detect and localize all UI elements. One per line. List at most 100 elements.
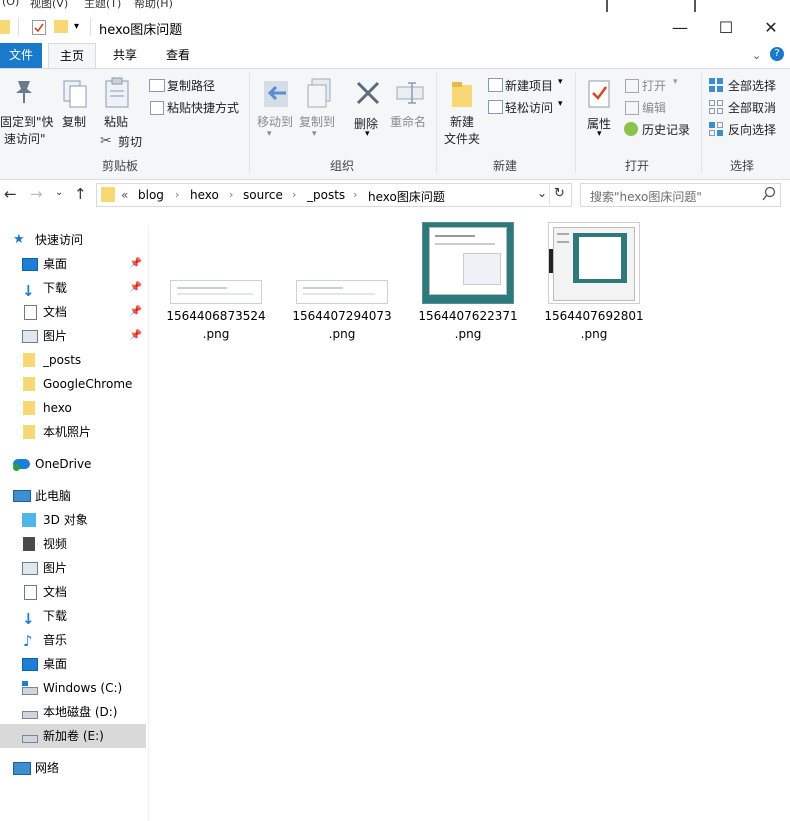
nav-item-pc-pictures[interactable]: 图片	[0, 556, 146, 580]
ribbon-collapse-icon[interactable]: ⌄	[752, 49, 761, 62]
new-folder-button-2[interactable]: 文件夹	[444, 130, 480, 147]
tab-home[interactable]: 主页	[48, 43, 96, 68]
nav-label: 文档	[43, 585, 68, 599]
open-button[interactable]: 打开	[642, 77, 666, 94]
maximize-button[interactable]: ☐	[703, 12, 749, 42]
pin-to-quick-access-label-2[interactable]: 速访问"	[4, 130, 46, 147]
paste-shortcut-button[interactable]: 粘贴快捷方式	[167, 99, 239, 116]
refresh-icon[interactable]: ↻	[554, 186, 565, 201]
properties-dropdown-icon[interactable]: ▾	[597, 129, 602, 139]
bg-menu-item: 主题(T)	[84, 0, 122, 10]
nav-item-posts[interactable]: _posts	[0, 348, 146, 372]
copy-to-dropdown-icon[interactable]: ▾	[312, 129, 317, 139]
image-thumbnail	[170, 280, 262, 304]
delete-dropdown-icon[interactable]: ▾	[365, 129, 370, 139]
pin-to-quick-access-label[interactable]: 固定到"快	[0, 113, 54, 130]
search-input[interactable]: 搜索"hexo图床问题"	[580, 183, 781, 207]
up-arrow-icon[interactable]: ↑	[74, 185, 87, 203]
new-item-button[interactable]: 新建项目	[505, 77, 553, 94]
nav-item-drive-d[interactable]: 本地磁盘 (D:)	[0, 700, 146, 724]
copy-path-button[interactable]: 复制路径	[167, 77, 215, 94]
nav-item-3d-objects[interactable]: 3D 对象	[0, 508, 146, 532]
file-extension: .png	[202, 327, 230, 341]
folder-icon	[0, 20, 10, 34]
tab-view[interactable]: 查看	[154, 43, 202, 68]
file-name: 1564407692801	[544, 309, 644, 323]
nav-label: 桌面	[43, 657, 68, 671]
recent-locations-icon[interactable]: ⌄	[55, 187, 63, 198]
file-name: 1564406873524	[166, 309, 266, 323]
nav-quick-access[interactable]: ★ 快速访问	[0, 228, 146, 252]
nav-onedrive[interactable]: OneDrive	[0, 452, 146, 476]
breadcrumb-overflow[interactable]: «	[121, 188, 128, 202]
breadcrumb-blog[interactable]: blog	[138, 188, 164, 202]
copy-to-button[interactable]: 复制到	[299, 113, 335, 130]
nav-item-videos[interactable]: 视频	[0, 532, 146, 556]
film-icon	[23, 537, 35, 551]
breadcrumb-current[interactable]: hexo图床问题	[368, 188, 445, 205]
properties-quick-icon[interactable]	[32, 20, 46, 35]
new-item-dropdown-icon[interactable]: ▾	[558, 77, 563, 87]
easy-access-button[interactable]: 轻松访问	[505, 99, 553, 116]
breadcrumb-posts[interactable]: _posts	[307, 188, 345, 202]
pin-icon: 📌	[129, 258, 142, 269]
forward-arrow-icon[interactable]: →	[30, 185, 43, 203]
paste-button[interactable]: 粘贴	[104, 113, 128, 130]
file-item[interactable]: 1564406873524 .png	[166, 222, 266, 342]
help-icon[interactable]: ?	[770, 47, 784, 61]
easy-access-dropdown-icon[interactable]: ▾	[558, 99, 563, 109]
move-to-button[interactable]: 移动到	[257, 113, 293, 130]
minimize-button[interactable]: —	[657, 12, 703, 42]
copy-button[interactable]: 复制	[62, 113, 86, 130]
select-group-label: 选择	[729, 159, 754, 173]
open-dropdown-icon[interactable]: ▾	[673, 77, 678, 87]
tab-file[interactable]: 文件	[0, 43, 42, 68]
nav-item-pc-desktop[interactable]: 桌面	[0, 652, 146, 676]
nav-item-hexo[interactable]: hexo	[0, 396, 146, 420]
tab-share[interactable]: 共享	[102, 43, 148, 68]
nav-item-pc-downloads[interactable]: ↓ 下载	[0, 604, 146, 628]
nav-label: 下载	[43, 281, 68, 295]
nav-network[interactable]: 网络	[0, 756, 146, 780]
new-folder-button[interactable]: 新建	[450, 113, 474, 130]
search-icon[interactable]	[762, 186, 776, 205]
move-to-dropdown-icon[interactable]: ▾	[267, 129, 272, 139]
nav-item-pc-documents[interactable]: 文档	[0, 580, 146, 604]
close-button[interactable]: ✕	[748, 12, 790, 42]
nav-label: 下载	[43, 609, 68, 623]
nav-item-drive-e[interactable]: 新加卷 (E:)	[0, 724, 146, 748]
cut-button[interactable]: 剪切	[118, 133, 142, 150]
file-item[interactable]: 1564407294073 .png	[292, 222, 392, 342]
nav-item-documents[interactable]: 文档 📌	[0, 300, 146, 324]
history-button[interactable]: 历史记录	[642, 121, 690, 138]
address-bar[interactable]: « blog › hexo › source › _posts › hexo图床…	[96, 183, 572, 207]
address-dropdown-icon[interactable]: ⌄	[537, 186, 547, 200]
nav-item-music[interactable]: ♪ 音乐	[0, 628, 146, 652]
bg-divider	[694, 0, 696, 12]
new-item-icon	[488, 78, 503, 92]
file-item[interactable]: 1564407692801 .png	[544, 222, 644, 342]
new-folder-quick-icon[interactable]	[54, 20, 68, 33]
select-none-button[interactable]: 全部取消	[728, 99, 776, 116]
back-arrow-icon[interactable]: ←	[4, 185, 17, 203]
nav-item-pictures[interactable]: 图片 📌	[0, 324, 146, 348]
picture-icon	[22, 330, 38, 343]
nav-item-local-photos[interactable]: 本机照片	[0, 420, 146, 444]
breadcrumb-source[interactable]: source	[243, 188, 283, 202]
nav-label: GoogleChrome	[43, 377, 133, 391]
nav-item-desktop[interactable]: 桌面 📌	[0, 252, 146, 276]
nav-label: Windows (C:)	[43, 681, 123, 695]
breadcrumb-hexo[interactable]: hexo	[190, 188, 219, 202]
desktop-icon	[22, 258, 38, 271]
file-item[interactable]: 1564407622371 .png	[418, 222, 518, 342]
invert-selection-button[interactable]: 反向选择	[728, 121, 776, 138]
rename-button[interactable]: 重命名	[390, 113, 426, 130]
nav-item-downloads[interactable]: ↓ 下载 📌	[0, 276, 146, 300]
nav-this-pc[interactable]: 此电脑	[0, 484, 146, 508]
quick-access-toolbar-dropdown-icon[interactable]: ▾	[74, 21, 79, 32]
select-all-button[interactable]: 全部选择	[728, 77, 776, 94]
nav-item-drive-c[interactable]: Windows (C:)	[0, 676, 146, 700]
folder-icon	[23, 425, 35, 439]
edit-button[interactable]: 编辑	[642, 99, 666, 116]
nav-item-googlechrome[interactable]: GoogleChrome	[0, 372, 146, 396]
